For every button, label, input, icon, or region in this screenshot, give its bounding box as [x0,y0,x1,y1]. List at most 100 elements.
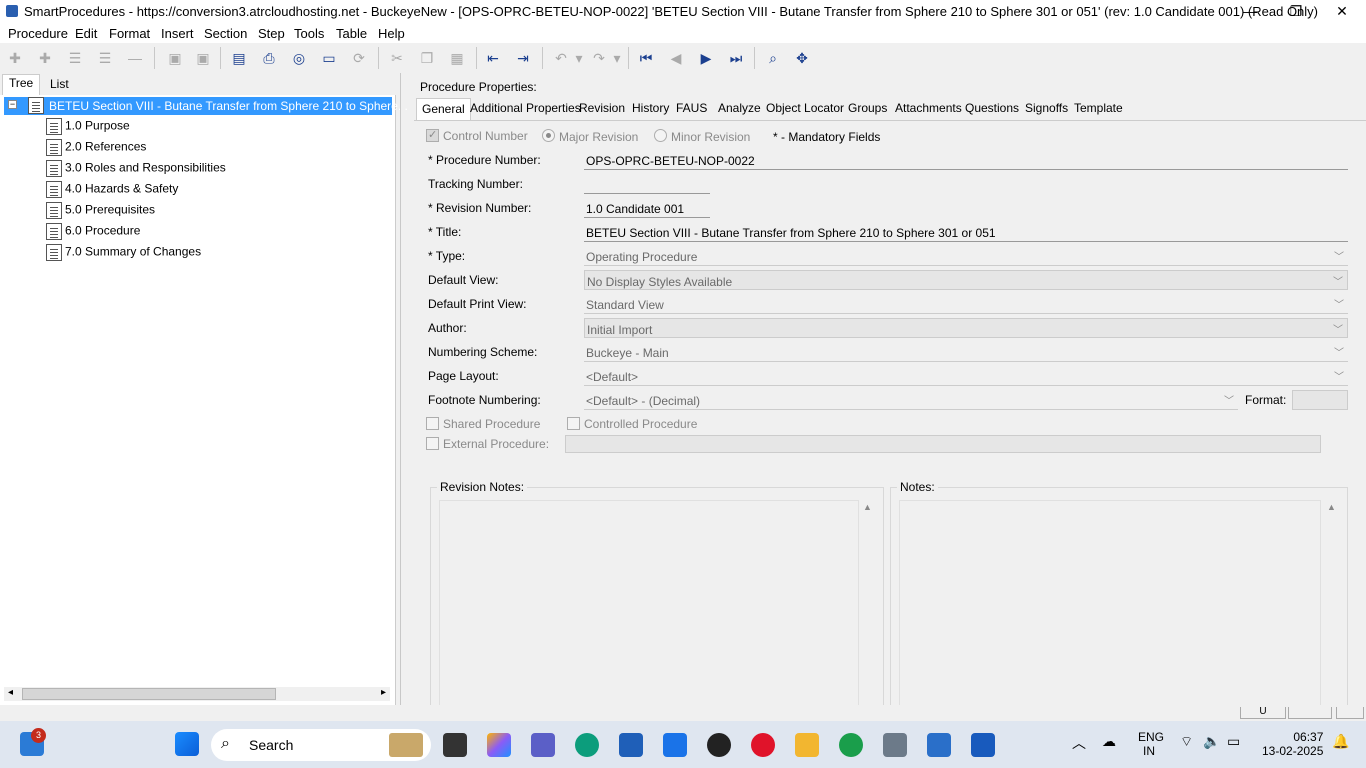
scroll-left-icon[interactable]: ◂ [8,687,13,698]
add-step-icon[interactable]: ☰ [66,49,84,67]
add-section-icon[interactable]: ✚ [6,49,24,67]
collapse-icon[interactable]: − [8,100,17,109]
external-procedure-checkbox[interactable] [426,437,439,450]
language-indicator[interactable]: ENG IN [1138,730,1164,758]
find-icon[interactable]: ⌕ [764,49,782,67]
menu-tools[interactable]: Tools [294,24,324,41]
previous-icon[interactable]: ◀ [667,49,685,67]
chevron-up-icon[interactable]: ︿ [1072,733,1086,753]
word-icon[interactable] [971,733,995,757]
undo-dropdown-icon[interactable]: ▾ [570,49,588,67]
title-field[interactable]: BETEU Section VIII - Butane Transfer fro… [584,222,1348,242]
scroll-right-icon[interactable]: ▸ [381,687,386,698]
tab-tree[interactable]: Tree [2,74,41,95]
tracking-number-field[interactable] [584,174,710,194]
opera-icon[interactable] [751,733,775,757]
shared-procedure-checkbox[interactable] [426,417,439,430]
chrome-icon[interactable] [839,733,863,757]
redo-icon[interactable]: ↷ [590,49,608,67]
scroll-up-icon[interactable]: ▲ [863,502,872,512]
start-icon[interactable] [175,732,199,756]
procedure-number-field[interactable]: OPS-OPRC-BETEU-NOP-0022 [584,150,1348,170]
tree-item-purpose[interactable]: 1.0 Purpose [46,118,130,138]
menu-help[interactable]: Help [378,24,405,41]
menu-table[interactable]: Table [336,24,367,41]
smartprocedures-taskbar-icon[interactable] [927,733,951,757]
preview-icon[interactable]: ◎ [290,49,308,67]
notifications-icon[interactable]: 🔔 [1332,733,1349,750]
type-dropdown[interactable]: Operating Procedure ﹀ [584,246,1348,266]
format-field[interactable] [1292,390,1348,410]
menu-procedure[interactable]: Procedure [8,24,68,41]
undo-icon[interactable]: ↶ [552,49,570,67]
numbering-scheme-dropdown[interactable]: Buckeye - Main ﹀ [584,342,1348,362]
tree-item-prerequisites[interactable]: 5.0 Prerequisites [46,202,155,222]
tab-additional-properties[interactable]: Additional Properties [470,101,581,115]
file-explorer-icon[interactable] [795,733,819,757]
tab-questions[interactable]: Questions [965,101,1019,115]
external-procedure-field[interactable] [565,435,1321,453]
export-icon[interactable]: ▭ [320,49,338,67]
delete-icon[interactable]: — [126,49,144,67]
close-button[interactable]: ✕ [1319,0,1365,23]
indent-icon[interactable]: ⇥ [514,49,532,67]
tree-root-node[interactable]: − BETEU Section VIII - Butane Transfer f… [4,97,408,115]
next-icon[interactable]: ▶ [697,49,715,67]
tree-item-references[interactable]: 2.0 References [46,139,146,159]
restore-button[interactable]: ❐ [1273,0,1319,23]
tab-object-locator[interactable]: Object Locator [766,101,844,115]
menu-format[interactable]: Format [109,24,150,41]
notes-textarea[interactable] [899,500,1321,708]
default-print-view-dropdown[interactable]: Standard View ﹀ [584,294,1348,314]
battery-icon[interactable]: ▭ [1227,733,1240,750]
tab-template[interactable]: Template [1074,101,1123,115]
tree-item-roles[interactable]: 3.0 Roles and Responsibilities [46,160,226,180]
refresh-icon[interactable]: ⟳ [350,49,368,67]
paste-icon[interactable]: ▦ [448,49,466,67]
minimize-button[interactable]: — [1227,0,1273,23]
footnote-numbering-dropdown[interactable]: <Default> - (Decimal) ﹀ [584,390,1238,410]
author-dropdown[interactable]: Initial Import ﹀ [584,318,1348,338]
first-icon[interactable]: ⏮ [637,49,655,67]
task-view-icon[interactable] [443,733,467,757]
add-subsection-icon[interactable]: ✚ [36,49,54,67]
copy-icon[interactable]: ❐ [418,49,436,67]
wifi-icon[interactable]: ⌔ [1180,733,1193,751]
save-all-icon[interactable]: ▣ [194,49,212,67]
major-revision-radio[interactable] [542,129,555,142]
dell-icon[interactable] [707,733,731,757]
cut-icon[interactable]: ✂ [388,49,406,67]
tab-attachments[interactable]: Attachments [895,101,962,115]
volume-icon[interactable]: 🔈 [1203,733,1220,750]
power-automate-icon[interactable] [663,733,687,757]
menu-section[interactable]: Section [204,24,247,41]
teams-icon[interactable] [531,733,555,757]
publish-icon[interactable]: ▤ [230,49,248,67]
edge-icon[interactable] [575,733,599,757]
store-icon[interactable] [619,733,643,757]
controlled-procedure-checkbox[interactable] [567,417,580,430]
outdent-icon[interactable]: ⇤ [484,49,502,67]
horizontal-scrollbar[interactable]: ◂ ▸ [4,687,390,701]
save-icon[interactable]: ▣ [166,49,184,67]
tab-signoffs[interactable]: Signoffs [1025,101,1068,115]
page-layout-dropdown[interactable]: <Default> ﹀ [584,366,1348,386]
panel-splitter[interactable] [400,73,404,705]
add-substep-icon[interactable]: ☰ [96,49,114,67]
tab-groups[interactable]: Groups [848,101,887,115]
tree-item-hazards[interactable]: 4.0 Hazards & Safety [46,181,178,201]
copilot-icon[interactable] [487,733,511,757]
move-icon[interactable]: ✥ [793,49,811,67]
revision-notes-textarea[interactable] [439,500,859,708]
last-icon[interactable]: ⏭ [727,49,745,67]
menu-insert[interactable]: Insert [161,24,194,41]
cloud-icon[interactable]: ☁ [1102,733,1116,750]
clock[interactable]: 06:37 13-02-2025 [1262,730,1323,758]
tab-list[interactable]: List [44,76,75,92]
tab-general[interactable]: General [416,98,471,120]
menu-step[interactable]: Step [258,24,285,41]
revision-number-field[interactable]: 1.0 Candidate 001 [584,198,710,218]
print-icon[interactable]: ⎙ [260,49,278,67]
tab-history[interactable]: History [632,101,669,115]
default-view-dropdown[interactable]: No Display Styles Available ﹀ [584,270,1348,290]
